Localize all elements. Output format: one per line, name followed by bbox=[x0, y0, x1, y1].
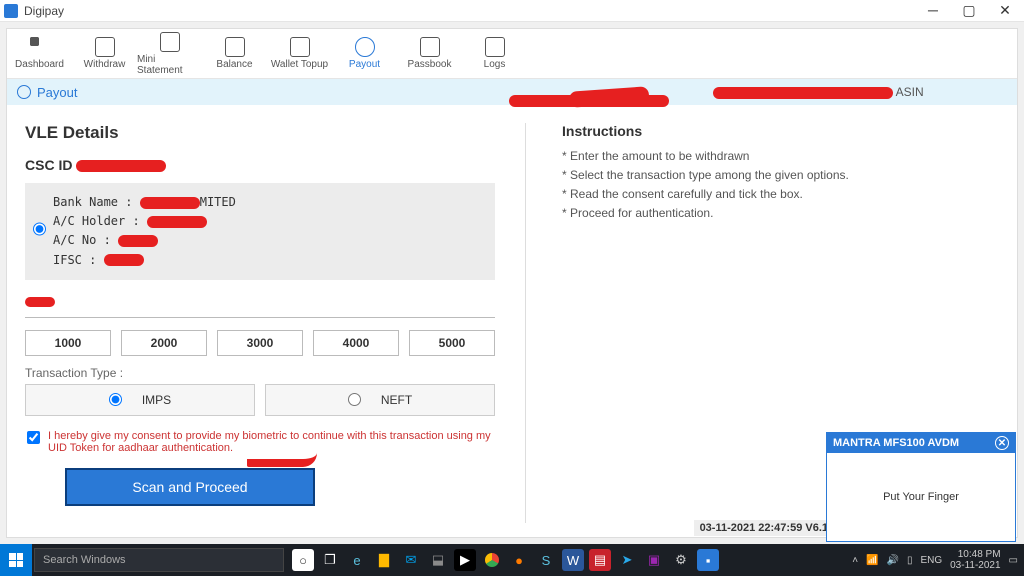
start-button[interactable] bbox=[0, 544, 32, 576]
bank-details-box[interactable]: Bank Name : MITED A/C Holder : A/C No : … bbox=[25, 183, 495, 280]
consent-row[interactable]: I hereby give my consent to provide my b… bbox=[25, 430, 495, 454]
dashboard-icon bbox=[30, 37, 50, 57]
file-explorer-icon[interactable]: ▇ bbox=[373, 549, 395, 571]
statement-icon bbox=[160, 32, 180, 52]
breadcrumb-title: Payout bbox=[37, 85, 77, 100]
minimize-button[interactable]: ─ bbox=[924, 2, 942, 19]
word-icon[interactable]: W bbox=[562, 549, 584, 571]
amount-2000[interactable]: 2000 bbox=[121, 330, 207, 356]
mantra-close-button[interactable]: ✕ bbox=[995, 436, 1009, 450]
instruction-item: Enter the amount to be withdrawn bbox=[562, 149, 856, 163]
vle-heading: VLE Details bbox=[25, 123, 495, 143]
amount-1000[interactable]: 1000 bbox=[25, 330, 111, 356]
movies-icon[interactable]: ▶ bbox=[454, 549, 476, 571]
mantra-popup: MANTRA MFS100 AVDM ✕ Put Your Finger bbox=[826, 432, 1016, 542]
instruction-item: Read the consent carefully and tick the … bbox=[562, 187, 856, 201]
store-icon[interactable]: ⬓ bbox=[427, 549, 449, 571]
notifications-icon[interactable]: ▭ bbox=[1009, 555, 1018, 566]
window-titlebar: Digipay ─ ▢ ✕ bbox=[0, 0, 1024, 22]
version-stamp: 03-11-2021 22:47:59 V6.1 bbox=[694, 520, 834, 536]
taskbar-clock[interactable]: 10:48 PM 03-11-2021 bbox=[950, 549, 1000, 571]
user-suffix: ASIN bbox=[896, 85, 924, 99]
annotation-checkmark bbox=[247, 453, 317, 467]
consent-text: I hereby give my consent to provide my b… bbox=[48, 430, 493, 454]
nav-wallet-topup[interactable]: Wallet Topup bbox=[267, 29, 332, 78]
nav-mini-statement[interactable]: Mini Statement bbox=[137, 29, 202, 78]
amount-3000[interactable]: 3000 bbox=[217, 330, 303, 356]
nav-withdraw[interactable]: Withdraw bbox=[72, 29, 137, 78]
nav-dashboard[interactable]: Dashboard bbox=[7, 29, 72, 78]
tray-up-icon[interactable]: ˄ bbox=[852, 555, 858, 566]
divider-line bbox=[25, 317, 495, 318]
neft-radio[interactable] bbox=[348, 393, 361, 406]
cortana-icon[interactable]: ○ bbox=[292, 549, 314, 571]
taskbar-apps: ○ ❐ e ▇ ✉ ⬓ ▶ ● S W ▤ ➤ ▣ ⚙ ▪ bbox=[292, 549, 719, 571]
bank-account-radio[interactable] bbox=[33, 223, 46, 236]
withdraw-icon bbox=[95, 37, 115, 57]
passbook-icon bbox=[420, 37, 440, 57]
consent-checkbox[interactable] bbox=[27, 431, 40, 444]
windows-logo-icon bbox=[9, 553, 23, 567]
redacted-csc-id bbox=[76, 160, 166, 172]
mail-icon[interactable]: ✉ bbox=[400, 549, 422, 571]
digipay-taskbar-icon[interactable]: ▪ bbox=[697, 549, 719, 571]
instructions-heading: Instructions bbox=[562, 123, 856, 139]
tx-option-neft[interactable]: NEFT bbox=[265, 384, 495, 416]
top-nav: Dashboard Withdraw Mini Statement Balanc… bbox=[7, 29, 1017, 79]
windows-taskbar: Search Windows ○ ❐ e ▇ ✉ ⬓ ▶ ● S W ▤ ➤ ▣… bbox=[0, 544, 1024, 576]
tx-option-imps[interactable]: IMPS bbox=[25, 384, 255, 416]
vertical-divider bbox=[525, 123, 526, 523]
chrome-icon[interactable] bbox=[481, 549, 503, 571]
firefox-icon[interactable]: ● bbox=[508, 549, 530, 571]
nav-passbook[interactable]: Passbook bbox=[397, 29, 462, 78]
task-view-icon[interactable]: ❐ bbox=[319, 549, 341, 571]
teams-icon[interactable]: ▣ bbox=[643, 549, 665, 571]
telegram-icon[interactable]: ➤ bbox=[616, 549, 638, 571]
settings-icon[interactable]: ⚙ bbox=[670, 549, 692, 571]
volume-icon[interactable]: 🔊 bbox=[886, 555, 898, 566]
battery-icon[interactable]: ▯ bbox=[907, 555, 913, 566]
wallet-icon bbox=[290, 37, 310, 57]
window-title: Digipay bbox=[24, 4, 64, 18]
nav-logs[interactable]: Logs bbox=[462, 29, 527, 78]
nav-payout[interactable]: Payout bbox=[332, 29, 397, 78]
edge-icon[interactable]: e bbox=[346, 549, 368, 571]
transaction-type-options: IMPS NEFT bbox=[25, 384, 495, 416]
instruction-item: Select the transaction type among the gi… bbox=[562, 168, 856, 182]
history-icon bbox=[17, 85, 31, 99]
app-logo-icon bbox=[4, 4, 18, 18]
amount-presets: 1000 2000 3000 4000 5000 bbox=[25, 330, 495, 356]
redacted-ac-holder bbox=[147, 216, 207, 228]
logs-icon bbox=[485, 37, 505, 57]
redacted-ifsc bbox=[104, 254, 144, 266]
instruction-item: Proceed for authentication. bbox=[562, 206, 856, 220]
imps-radio[interactable] bbox=[109, 393, 122, 406]
language-indicator[interactable]: ENG bbox=[920, 555, 942, 566]
network-icon[interactable]: 📶 bbox=[866, 555, 878, 566]
system-tray: ˄ 📶 🔊 ▯ ENG 10:48 PM 03-11-2021 ▭ bbox=[852, 549, 1024, 571]
transaction-type-label: Transaction Type : bbox=[25, 366, 495, 380]
redacted-bank-name bbox=[140, 197, 200, 209]
close-button[interactable]: ✕ bbox=[996, 2, 1014, 19]
instructions-list: Enter the amount to be withdrawn Select … bbox=[562, 149, 856, 220]
csc-id-row: CSC ID bbox=[25, 157, 495, 173]
pdf-icon[interactable]: ▤ bbox=[589, 549, 611, 571]
mantra-titlebar: MANTRA MFS100 AVDM ✕ bbox=[827, 433, 1015, 453]
payout-icon bbox=[355, 37, 375, 57]
nav-balance[interactable]: Balance bbox=[202, 29, 267, 78]
redacted-amount-label bbox=[25, 297, 55, 307]
balance-icon bbox=[225, 37, 245, 57]
mantra-title: MANTRA MFS100 AVDM bbox=[833, 437, 959, 449]
taskbar-search[interactable]: Search Windows bbox=[34, 548, 284, 572]
instructions-panel: Instructions Enter the amount to be with… bbox=[556, 123, 856, 523]
mantra-body: Put Your Finger bbox=[827, 453, 1015, 541]
maximize-button[interactable]: ▢ bbox=[960, 2, 978, 19]
skype-icon[interactable]: S bbox=[535, 549, 557, 571]
redacted-username bbox=[713, 87, 893, 99]
scan-and-proceed-button[interactable]: Scan and Proceed bbox=[65, 468, 315, 506]
amount-4000[interactable]: 4000 bbox=[313, 330, 399, 356]
amount-5000[interactable]: 5000 bbox=[409, 330, 495, 356]
redacted-ac-no bbox=[118, 235, 158, 247]
